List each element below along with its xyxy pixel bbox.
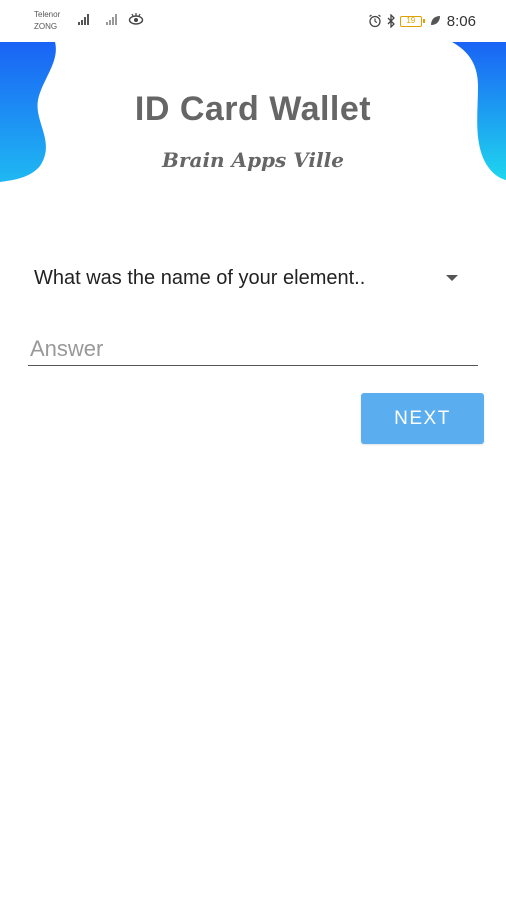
carrier-1-label: Telenor [34, 10, 61, 19]
screen: Telenor ZONG 19 8:06 ID Card Wallet Brai… [0, 0, 506, 900]
app-subtitle: Brain Apps Ville [162, 148, 344, 172]
bluetooth-icon [387, 14, 395, 28]
carrier-2-label: ZONG [34, 22, 58, 31]
signal-sim2-icon [106, 14, 117, 25]
security-question-text: What was the name of your element.. [34, 266, 366, 289]
app-title: ID Card Wallet [134, 90, 372, 128]
status-right-group: 19 8:06 [368, 12, 476, 30]
leaf-icon [430, 16, 440, 25]
next-button[interactable]: NEXT [361, 393, 484, 444]
battery-icon: 19 [399, 15, 425, 27]
status-bar: Telenor ZONG 19 8:06 [0, 0, 506, 42]
eye-comfort-icon [128, 13, 144, 25]
battery-level: 19 [406, 15, 416, 25]
alarm-icon [368, 14, 381, 28]
signal-sim1-icon [78, 14, 89, 25]
status-time: 8:06 [446, 12, 476, 30]
dropdown-arrow-icon [446, 275, 458, 281]
security-question-dropdown[interactable]: What was the name of your element.. [34, 260, 464, 296]
answer-input[interactable] [28, 332, 478, 366]
carrier-labels: Telenor ZONG [34, 9, 60, 33]
